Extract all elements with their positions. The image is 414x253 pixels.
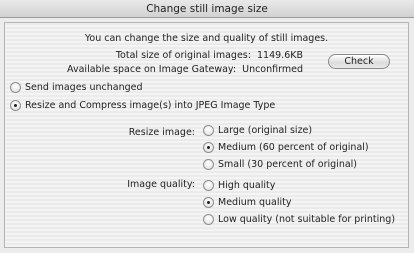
check-button[interactable]: Check [328,54,390,69]
total-size-value: 1149.6KB [257,50,303,61]
resize-medium-label[interactable]: Medium (60 percent of original) [218,142,369,153]
resize-compress-label[interactable]: Resize and Compress image(s) into JPEG I… [25,100,275,111]
resize-large-radio[interactable]: Large (original size) [203,125,312,136]
available-space-label: Available space on Image Gateway: [67,64,237,75]
window-title: Change still image size [0,0,414,18]
resize-image-label: Resize image: [128,127,195,138]
resize-compress-radio[interactable]: Resize and Compress image(s) into JPEG I… [10,100,275,111]
resize-large-label[interactable]: Large (original size) [218,125,312,136]
quality-low-radio[interactable]: Low quality (not suitable for printing) [203,214,395,225]
radio-circle-selected[interactable] [203,197,214,208]
intro-text: You can change the size and quality of s… [84,33,329,44]
available-space-row: Available space on Image Gateway: Unconf… [5,64,303,75]
resize-medium-radio[interactable]: Medium (60 percent of original) [203,142,369,153]
send-unchanged-radio[interactable]: Send images unchanged [10,82,143,93]
quality-medium-label[interactable]: Medium quality [218,197,292,208]
quality-low-label[interactable]: Low quality (not suitable for printing) [218,214,395,225]
radio-circle[interactable] [10,82,21,93]
quality-medium-radio[interactable]: Medium quality [203,197,292,208]
radio-circle[interactable] [203,125,214,136]
total-size-row: Total size of original images: 1149.6KB [5,50,303,61]
radio-circle[interactable] [203,180,214,191]
quality-high-label[interactable]: High quality [218,180,275,191]
settings-panel: You can change the size and quality of s… [4,22,409,248]
send-unchanged-label[interactable]: Send images unchanged [25,82,143,93]
radio-circle-selected[interactable] [203,142,214,153]
resize-small-label[interactable]: Small (30 percent of original) [218,159,357,170]
resize-small-radio[interactable]: Small (30 percent of original) [203,159,357,170]
radio-circle-selected[interactable] [10,100,21,111]
radio-circle[interactable] [203,159,214,170]
radio-circle[interactable] [203,214,214,225]
available-space-value: Unconfirmed [242,64,303,75]
quality-high-radio[interactable]: High quality [203,180,275,191]
image-quality-label: Image quality: [127,179,195,190]
total-size-label: Total size of original images: [115,50,251,61]
